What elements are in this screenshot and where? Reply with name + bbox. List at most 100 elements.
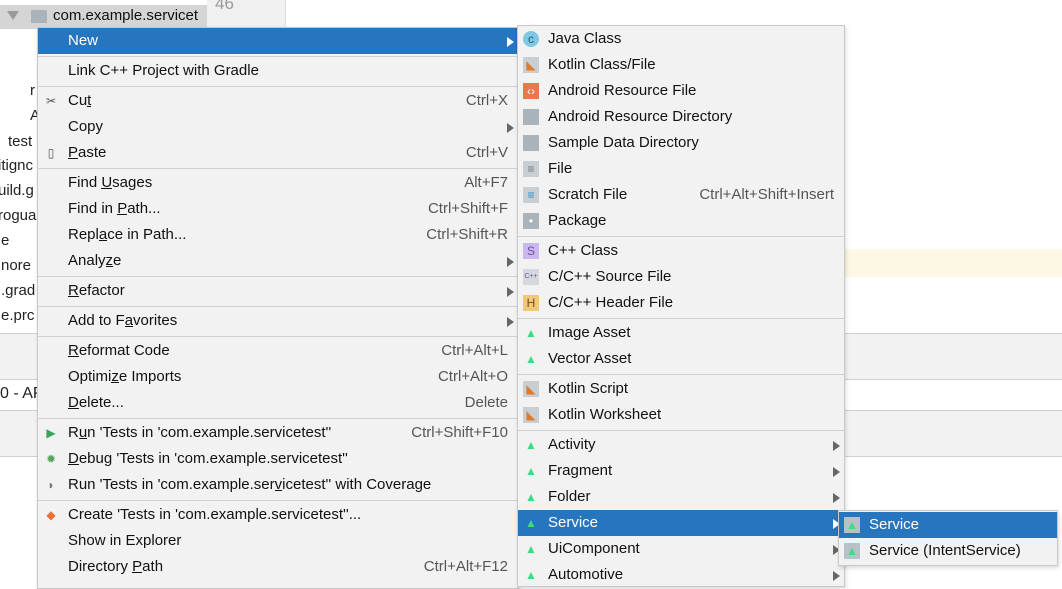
tree-item[interactable]: e.prc [1,307,34,324]
menu-item-directory-path[interactable]: Directory Path Ctrl+Alt+F12 [38,554,518,580]
android-file-icon: ▲ [844,543,860,559]
shortcut-label: Delete [464,394,508,411]
shortcut-label: Ctrl+Alt+F12 [423,558,508,575]
menu-item-uicomponent[interactable]: ▲ UiComponent [518,536,844,562]
menu-item-kotlin-worksheet[interactable]: ◣ Kotlin Worksheet [518,402,844,428]
tree-item[interactable]: r [30,82,35,99]
tree-item[interactable]: nore [1,257,31,274]
submenu-arrow-icon [833,467,840,477]
mnemonic-underline [98,240,108,241]
menu-item-analyze[interactable]: Analyze [38,248,518,274]
menu-item-vector-asset[interactable]: ▲ Vector Asset [518,346,844,372]
tree-item[interactable]: e [1,232,9,249]
package-icon [31,10,47,23]
menu-separator [518,236,844,237]
menu-item-label: Fragment [548,462,613,479]
menu-item-label: Link C++ Project with Gradle [68,62,259,79]
submenu-arrow-icon [507,317,514,327]
menu-separator [38,276,518,277]
menu-item-kotlin-script[interactable]: ◣ Kotlin Script [518,376,844,402]
menu-item-service[interactable]: ▲ Service [839,512,1057,538]
menu-item-image-asset[interactable]: ▲ Image Asset [518,320,844,346]
menu-item-fragment[interactable]: ▲ Fragment [518,458,844,484]
mnemonic-underline [111,382,119,383]
menu-item-activity[interactable]: ▲ Activity [518,432,844,458]
shortcut-label: Ctrl+Alt+O [437,368,508,385]
menu-item-paste[interactable]: ▯ Paste Ctrl+V [38,140,518,166]
mnemonic-underline [68,296,79,297]
menu-item-link-c-project-with-gradle[interactable]: Link C++ Project with Gradle [38,58,518,84]
menu-item-refactor[interactable]: Refactor [38,278,518,304]
submenu-arrow-icon [507,123,514,133]
cpp-header-icon: H [523,295,539,311]
menu-item-c-c-source-file[interactable]: C++ C/C++ Source File [518,264,844,290]
menu-separator [518,374,844,375]
mnemonic-underline [124,326,134,327]
menu-item-label: Find in Path... [68,200,161,217]
scratch-file-icon: ≡ [523,187,539,203]
menu-item-folder[interactable]: ▲ Folder [518,484,844,510]
menu-item-service[interactable]: ▲ Service [518,510,844,536]
tree-item[interactable]: .grad [1,282,35,299]
menu-item-create-tests-in-com-example-servicetest[interactable]: ◆ Create 'Tests in 'com.example.servicete… [38,502,518,528]
menu-item-run-tests-in-com-example-servicetest[interactable]: ▶ Run 'Tests in 'com.example.servicetest'… [38,420,518,446]
menu-item-show-in-explorer[interactable]: Show in Explorer [38,528,518,554]
mnemonic-underline [68,158,79,159]
menu-item-debug-tests-in-com-example-servicetest[interactable]: ✹ Debug 'Tests in 'com.example.servicetes… [38,446,518,472]
menu-item-c-class[interactable]: S C++ Class [518,238,844,264]
menu-item-package[interactable]: • Package [518,208,844,234]
menu-item-label: UiComponent [548,540,640,557]
tree-row-selected[interactable]: com.example.servicet [0,5,207,29]
menu-item-kotlin-class-file[interactable]: ◣ Kotlin Class/File [518,52,844,78]
shortcut-label: Ctrl+Shift+F10 [411,424,508,441]
tree-item[interactable]: itignc [0,157,33,174]
shortcut-label: Ctrl+Shift+F [427,200,508,217]
menu-item-android-resource-file[interactable]: ‹› Android Resource File [518,78,844,104]
run-icon: ▶ [46,426,56,440]
menu-item-find-usages[interactable]: Find Usages Alt+F7 [38,170,518,196]
tree-item[interactable]: uild.g [0,182,34,199]
cpp-class-icon: S [523,243,539,259]
shortcut-label: Ctrl+X [465,92,508,109]
menu-item-label: Copy [68,118,104,135]
mnemonic-underline [68,408,79,409]
coverage-icon: ◗ [47,478,55,492]
menu-separator [38,168,518,169]
submenu-arrow-icon [833,571,840,581]
menu-item-copy[interactable]: Copy [38,114,518,140]
menu-item-file[interactable]: ≡ File [518,156,844,182]
menu-item-service-intentservice[interactable]: ▲ Service (IntentService) [839,538,1057,564]
menu-item-sample-data-directory[interactable]: Sample Data Directory [518,130,844,156]
menu-item-scratch-file[interactable]: ≡ Scratch File Ctrl+Alt+Shift+Insert [518,182,844,208]
android-icon: ▲ [525,542,537,556]
menu-item-new[interactable]: New [38,28,518,54]
shortcut-label: Ctrl+V [465,144,508,161]
menu-item-automotive[interactable]: ▲ Automotive [518,562,844,588]
menu-separator [38,500,518,501]
menu-item-delete[interactable]: Delete... Delete [38,390,518,416]
tree-item[interactable]: test [8,133,32,150]
menu-item-cut[interactable]: ✂ Cut Ctrl+X [38,88,518,114]
menu-item-android-resource-directory[interactable]: Android Resource Directory [518,104,844,130]
menu-item-add-to-favorites[interactable]: Add to Favorites [38,308,518,334]
menu-separator [38,86,518,87]
menu-item-label: Replace in Path... [68,226,187,243]
service-submenu: ▲ Service ▲ Service (IntentService) [838,510,1058,566]
menu-item-c-c-header-file[interactable]: H C/C++ Header File [518,290,844,316]
menu-item-java-class[interactable]: c Java Class [518,26,844,52]
scissors-icon: ✂ [45,94,57,108]
menu-item-label: Service (IntentService) [869,542,1021,559]
android-icon: ▲ [525,464,537,478]
tree-item[interactable]: rogua [0,207,36,224]
menu-item-reformat-code[interactable]: Reformat Code Ctrl+Alt+L [38,338,518,364]
expand-arrow-icon[interactable] [7,11,19,20]
menu-item-label: C/C++ Source File [548,268,672,285]
menu-item-run-tests-in-com-example-servicetest-with-coverage[interactable]: ◗ Run 'Tests in 'com.example.servicetest'… [38,472,518,498]
menu-item-replace-in-path[interactable]: Replace in Path... Ctrl+Shift+R [38,222,518,248]
android-icon: ▲ [525,516,537,530]
menu-item-find-in-path[interactable]: Find in Path... Ctrl+Shift+F [38,196,518,222]
menu-item-optimize-imports[interactable]: Optimize Imports Ctrl+Alt+O [38,364,518,390]
folder-icon [523,135,539,151]
android-icon: ▲ [525,326,537,340]
tree-label: com.example.servicet [53,7,199,24]
